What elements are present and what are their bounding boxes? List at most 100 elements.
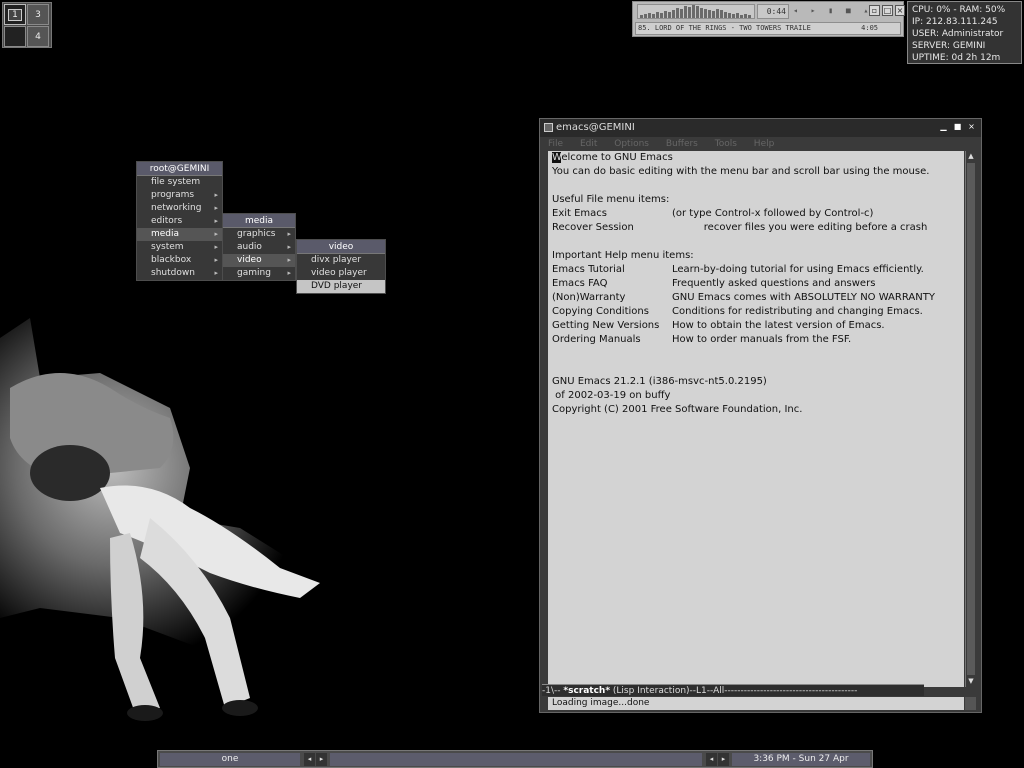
visualizer-bar [652, 14, 655, 18]
next-window-icon[interactable]: ▸ [718, 753, 729, 766]
visualizer-bar [708, 10, 711, 18]
chevron-right-icon: ▸ [287, 269, 291, 277]
buffer-link[interactable]: Getting New Versions [552, 319, 672, 333]
visualizer [637, 4, 755, 19]
player-time: 0:44 [757, 4, 789, 19]
menu-item-dvd-player[interactable]: DVD player [297, 280, 385, 293]
menu-item-divx-player[interactable]: divx player [297, 254, 385, 267]
close-icon[interactable]: × [895, 5, 905, 16]
menu-item-audio[interactable]: audio ▸ [223, 241, 295, 254]
menu-edit[interactable]: Edit [580, 139, 597, 149]
task-list[interactable] [330, 753, 702, 766]
server-stat: SERVER: GEMINI [912, 41, 986, 51]
maximize-icon[interactable]: ■ [952, 122, 963, 133]
media-submenu: media graphics ▸ audio ▸ video ▸ gaming ▸ [222, 213, 296, 281]
visualizer-bar [712, 11, 715, 18]
buffer-line [552, 361, 960, 375]
menu-tools[interactable]: Tools [715, 139, 737, 149]
vertical-scrollbar[interactable]: ▲ ▼ [965, 151, 976, 687]
menu-item-video-player[interactable]: video player [297, 267, 385, 280]
clock: 3:36 PM - Sun 27 Apr [732, 753, 870, 766]
visualizer-bar [668, 12, 671, 18]
workspace-name[interactable]: one [160, 753, 300, 766]
buffer-line: (Non)Warranty GNU Emacs comes with ABSOLU… [552, 291, 960, 305]
media-menu-title: media [223, 214, 295, 228]
menu-item-label: graphics [237, 229, 276, 239]
visualizer-bar [676, 8, 679, 18]
buffer-line: Recover Session recover files you were e… [552, 221, 960, 235]
menu-item-blackbox[interactable]: blackbox ▸ [137, 254, 222, 267]
emacs-window: emacs@GEMINI ▁ ■ × File Edit Options Buf… [539, 118, 982, 713]
chevron-right-icon: ▸ [214, 204, 218, 212]
visualizer-bar [704, 9, 707, 18]
menu-options[interactable]: Options [614, 139, 649, 149]
workspace-2[interactable] [4, 26, 26, 47]
menu-item-video[interactable]: video ▸ [223, 254, 295, 267]
menu-item-editors[interactable]: editors ▸ [137, 215, 222, 228]
buffer-text: recover files you were editing before a … [672, 222, 928, 233]
menu-item-file-system[interactable]: file system [137, 176, 222, 189]
buffer-text: elcome to GNU Emacs [561, 152, 673, 163]
cpu-ram-stat: CPU: 0% - RAM: 50% [912, 5, 1006, 15]
window-titlebar[interactable]: emacs@GEMINI ▁ ■ × [540, 119, 981, 137]
buffer-link[interactable]: Emacs FAQ [552, 277, 672, 291]
next-workspace-icon[interactable]: ▸ [316, 753, 327, 766]
menu-item-networking[interactable]: networking ▸ [137, 202, 222, 215]
visualizer-bar [748, 15, 751, 18]
wallpaper-photo [0, 318, 320, 721]
chevron-right-icon: ▸ [214, 230, 218, 238]
minimize-icon[interactable]: ▁ [938, 122, 949, 133]
menu-item-label: editors [151, 216, 183, 226]
buffer-line: Getting New Versions How to obtain the la… [552, 319, 960, 333]
workspace-label: 3 [35, 9, 41, 20]
modeline-prefix: -1\-- [542, 686, 564, 696]
track-length: 4:05 [861, 24, 878, 32]
menu-item-programs[interactable]: programs ▸ [137, 189, 222, 202]
menu-item-label: system [151, 242, 184, 252]
text-cursor: W [552, 152, 562, 163]
buffer-link[interactable]: Emacs Tutorial [552, 263, 672, 277]
player-controls[interactable]: ◂ ▸ ▮ ■ ▴ [793, 6, 872, 15]
menu-item-system[interactable]: system ▸ [137, 241, 222, 254]
menu-help[interactable]: Help [754, 139, 775, 149]
buffer-link[interactable]: (Non)Warranty [552, 291, 672, 305]
workspace-3[interactable]: 3 [27, 4, 49, 25]
media-player: 0:44 ◂ ▸ ▮ ■ ▴ ▫ □ × 85. LORD OF THE RIN… [632, 1, 905, 37]
scroll-up-icon[interactable]: ▲ [967, 151, 975, 161]
chevron-right-icon: ▸ [287, 243, 291, 251]
menu-file[interactable]: File [548, 139, 563, 149]
uptime-stat: UPTIME: 0d 2h 12m [912, 53, 1001, 63]
buffer-link[interactable]: Recover Session [552, 221, 672, 235]
scrollbar-thumb[interactable] [967, 163, 975, 675]
user-stat: USER: Administrator [912, 29, 1004, 39]
visualizer-bar [664, 11, 667, 18]
buffer-text: Copyright (C) 2001 Free Software Foundat… [552, 404, 803, 415]
emacs-buffer[interactable]: Welcome to GNU Emacs You can do basic edi… [548, 151, 964, 687]
visualizer-bar [656, 12, 659, 18]
workspace-4[interactable]: 4 [27, 26, 49, 47]
menu-buffers[interactable]: Buffers [666, 139, 698, 149]
visualizer-bar [672, 10, 675, 18]
maximize-icon[interactable]: □ [882, 5, 893, 16]
buffer-link[interactable]: Exit Emacs [552, 207, 672, 221]
minimize-icon[interactable]: ▫ [869, 5, 880, 16]
menu-item-label: shutdown [151, 268, 195, 278]
menu-item-shutdown[interactable]: shutdown ▸ [137, 267, 222, 280]
buffer-line: Important Help menu items: [552, 249, 960, 263]
close-icon[interactable]: × [966, 122, 977, 133]
workspace-1[interactable]: 1 [4, 4, 26, 25]
visualizer-bar [728, 13, 731, 18]
menu-item-graphics[interactable]: graphics ▸ [223, 228, 295, 241]
buffer-link[interactable]: Ordering Manuals [552, 333, 672, 347]
visualizer-bar [740, 15, 743, 18]
root-menu: root@GEMINI file system programs ▸ networ… [136, 161, 223, 281]
emacs-minibuffer[interactable]: Loading image...done [548, 697, 964, 710]
scroll-down-icon[interactable]: ▼ [967, 676, 975, 686]
visualizer-bar [724, 12, 727, 18]
menu-item-media[interactable]: media ▸ [137, 228, 222, 241]
menu-item-gaming[interactable]: gaming ▸ [223, 267, 295, 280]
prev-workspace-icon[interactable]: ◂ [304, 753, 315, 766]
prev-window-icon[interactable]: ◂ [706, 753, 717, 766]
buffer-link[interactable]: Copying Conditions [552, 305, 672, 319]
workspace-label: 4 [35, 31, 41, 42]
